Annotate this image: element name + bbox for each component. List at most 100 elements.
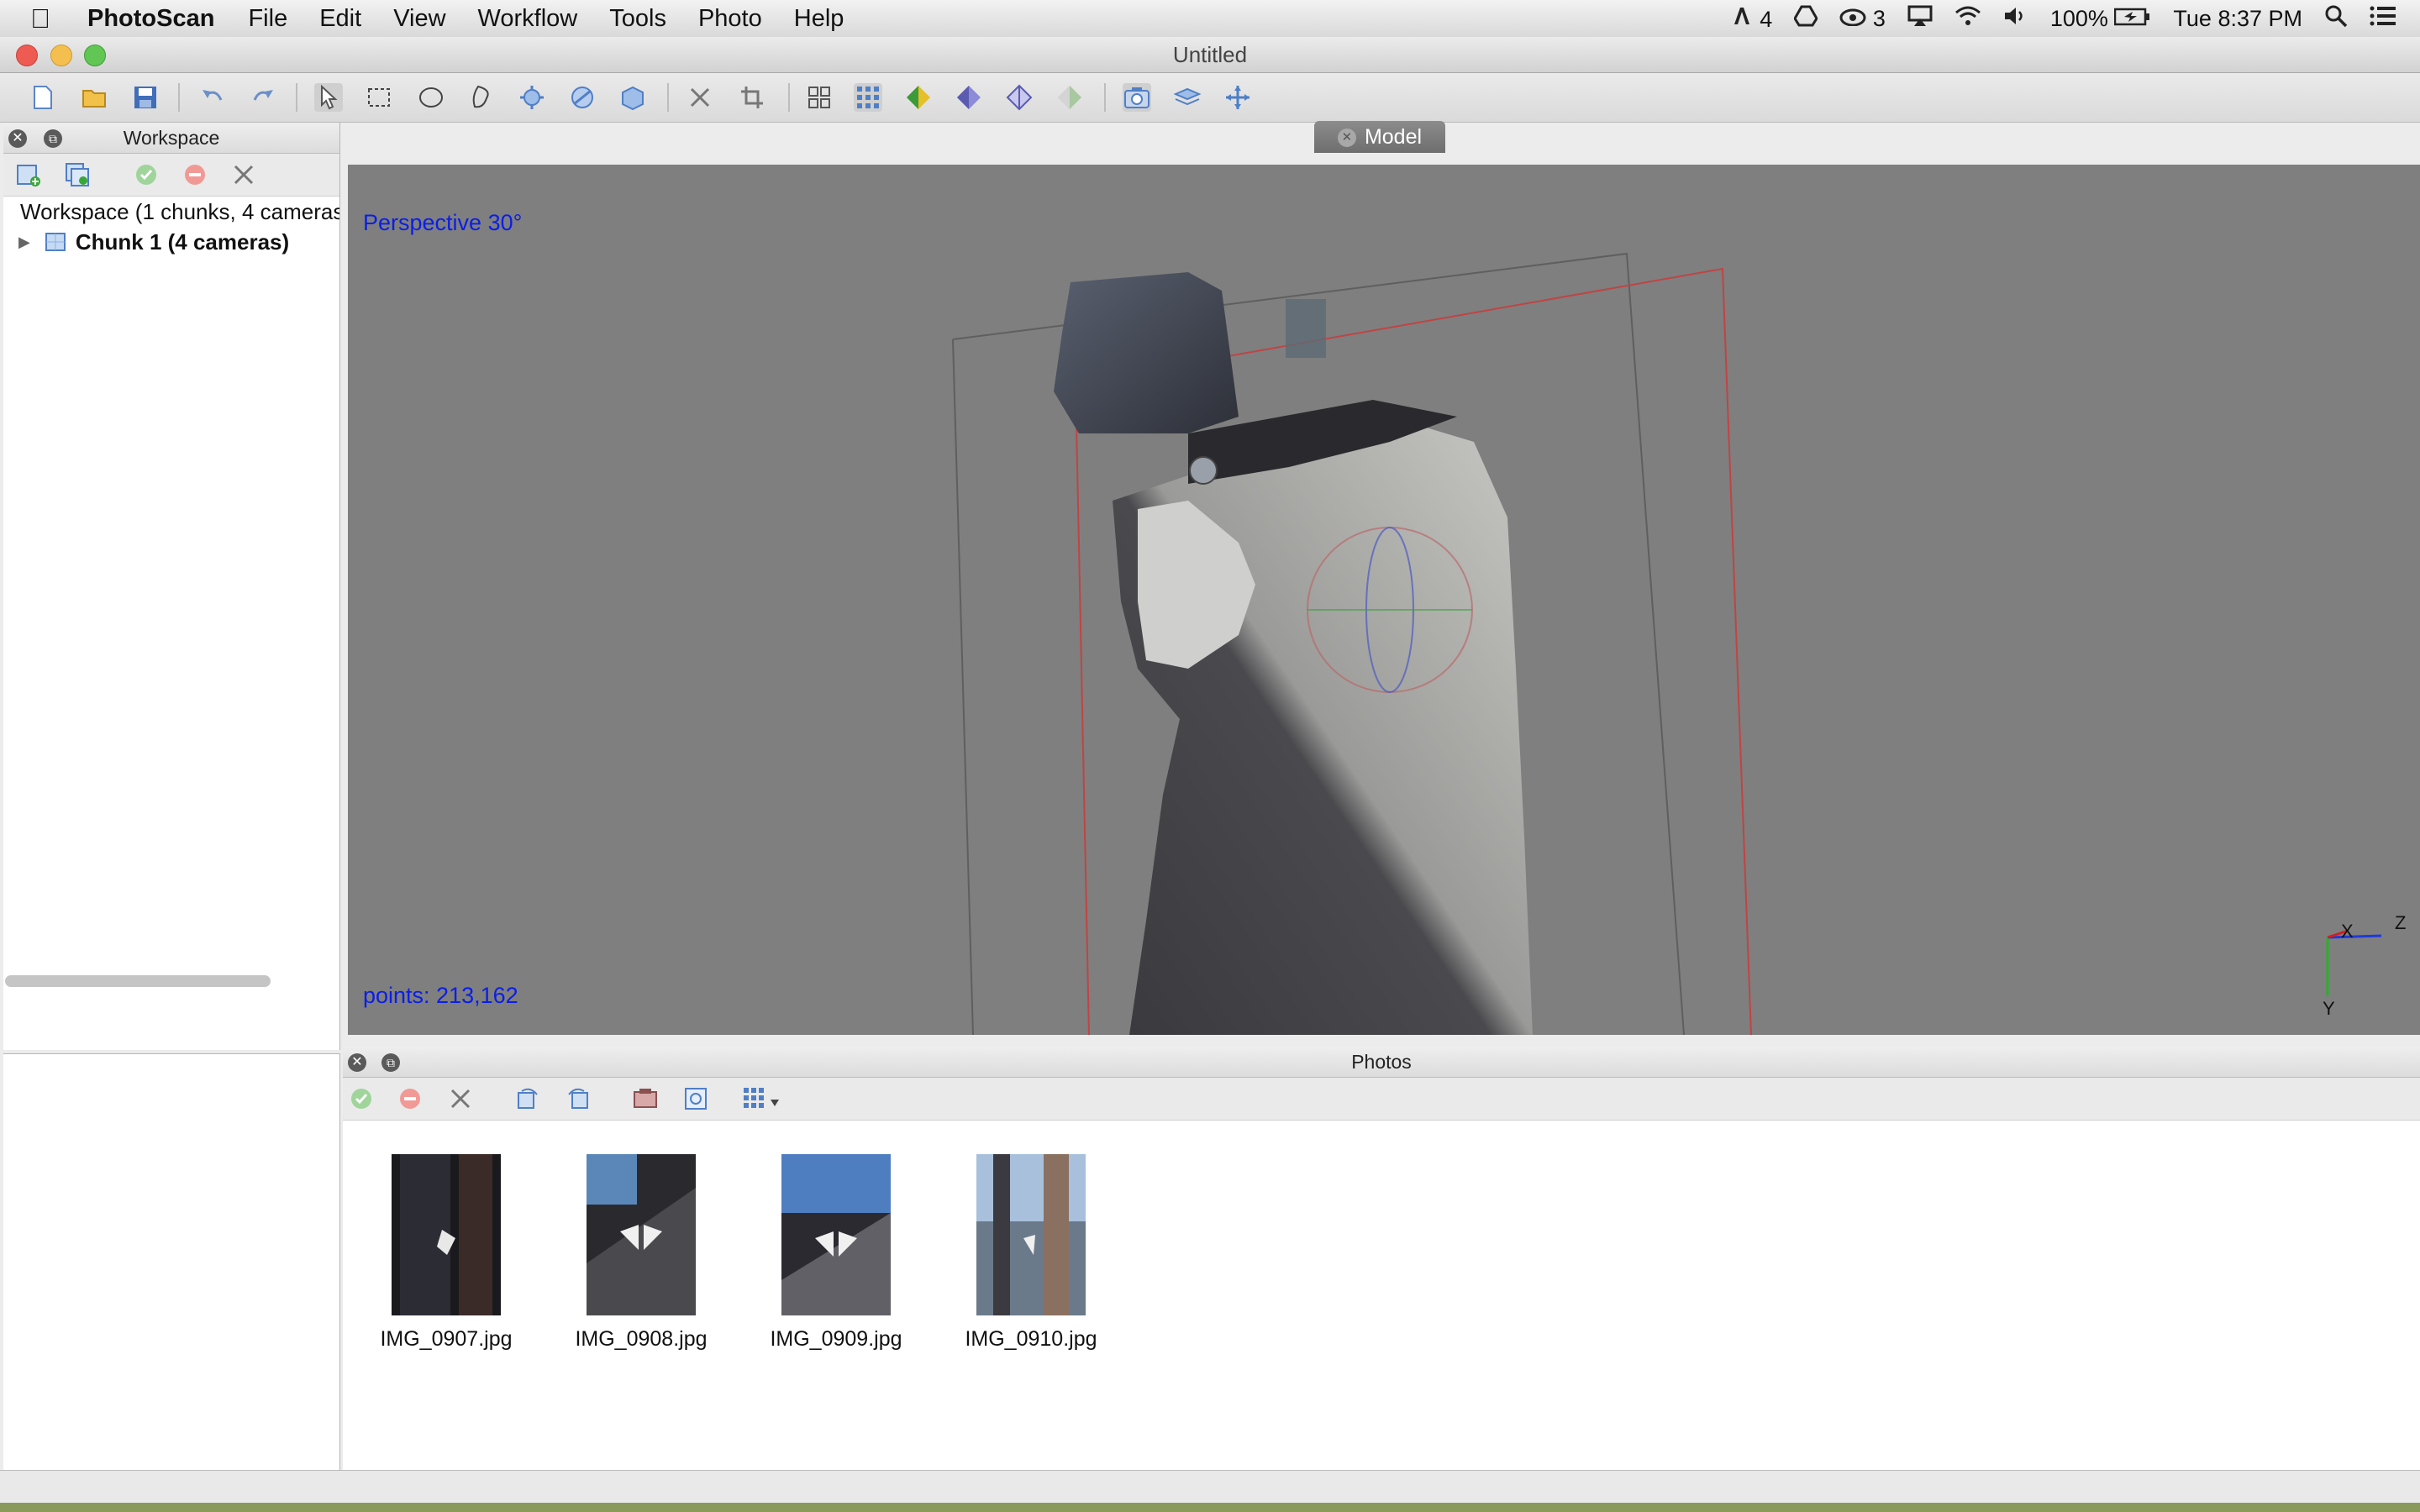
photo-thumbnail[interactable]: [781, 1154, 891, 1315]
thumbnail-size-dropdown-icon[interactable]: [741, 1085, 788, 1112]
import-masks-icon[interactable]: [632, 1085, 659, 1112]
menu-view[interactable]: View: [393, 5, 445, 33]
workspace-properties-area: [3, 1053, 340, 1498]
dense-cloud-view-icon[interactable]: [854, 83, 882, 112]
crop-selection-icon[interactable]: [738, 83, 766, 112]
window-close-button[interactable]: [16, 45, 38, 66]
photos-float-icon[interactable]: ⧉: [381, 1053, 400, 1072]
redo-icon[interactable]: [249, 83, 277, 112]
menu-clock[interactable]: Tue 8:37 PM: [2173, 6, 2302, 32]
delete-selection-icon[interactable]: [686, 83, 714, 112]
remove-item-icon[interactable]: [230, 161, 257, 188]
photo-item[interactable]: IMG_0910.jpg: [951, 1154, 1111, 1352]
rectangle-selection-icon[interactable]: [365, 83, 393, 112]
window-zoom-button[interactable]: [84, 45, 106, 66]
battery-status[interactable]: 100%: [2050, 6, 2152, 32]
cc-count: 3: [1872, 5, 1886, 31]
add-chunk-icon[interactable]: [15, 161, 42, 188]
app-menu[interactable]: PhotoScan: [87, 5, 214, 33]
photos-toolbar: [343, 1078, 2420, 1121]
navigation-pointer-icon[interactable]: [314, 83, 343, 112]
menu-photo[interactable]: Photo: [698, 5, 762, 33]
projection-label: Perspective 30°: [363, 210, 523, 235]
disable-item-icon[interactable]: [182, 161, 208, 188]
window-status-bar: [0, 1470, 2420, 1503]
enable-item-icon[interactable]: [133, 161, 160, 188]
scale-object-icon[interactable]: [618, 83, 647, 112]
photos-disable-icon[interactable]: [397, 1085, 424, 1112]
window-minimize-button[interactable]: [50, 45, 72, 66]
photos-close-icon[interactable]: ✕: [348, 1053, 366, 1072]
window-titlebar[interactable]: Untitled: [0, 37, 2420, 73]
photo-filename: IMG_0910.jpg: [965, 1327, 1097, 1351]
undo-icon[interactable]: [198, 83, 227, 112]
photos-enable-icon[interactable]: [348, 1085, 375, 1112]
photo-item[interactable]: IMG_0909.jpg: [756, 1154, 916, 1352]
menu-help[interactable]: Help: [794, 5, 844, 33]
airplay-icon[interactable]: [1907, 5, 1933, 33]
shaded-model-icon[interactable]: [904, 83, 933, 112]
apple-menu-icon[interactable]: : [30, 3, 64, 34]
workspace-tree: Workspace (1 chunks, 4 cameras) ▶ Chunk …: [3, 197, 339, 257]
show-cameras-icon[interactable]: [805, 83, 834, 112]
photo-filename: IMG_0908.jpg: [575, 1327, 708, 1351]
rotate-right-icon[interactable]: [565, 1085, 592, 1112]
photo-thumbnail[interactable]: [392, 1154, 501, 1315]
app-window: Untitled ✕ ⧉ Workspace Workspace (1 chun…: [0, 37, 2420, 1503]
rotate-left-icon[interactable]: [514, 1085, 541, 1112]
photo-thumbnail[interactable]: [976, 1154, 1086, 1315]
volume-icon[interactable]: [2003, 5, 2028, 33]
show-cameras-toggle-icon[interactable]: [1123, 83, 1151, 112]
textured-model-icon[interactable]: [1055, 83, 1084, 112]
save-icon[interactable]: [131, 83, 160, 112]
reset-view-icon[interactable]: [1223, 83, 1252, 112]
photos-panel-header: ✕ ⧉ Photos: [343, 1047, 2420, 1078]
new-document-icon[interactable]: [29, 83, 57, 112]
cloud-sign-patch: [1286, 299, 1326, 358]
model-tab-label: Model: [1364, 125, 1423, 149]
notification-center-icon[interactable]: [2370, 5, 2396, 33]
axis-label-x: X: [2341, 921, 2354, 942]
menu-file[interactable]: File: [248, 5, 287, 33]
model-viewport[interactable]: Perspective 30° points: 213,162 X Z Y: [348, 165, 2420, 1035]
google-drive-icon[interactable]: [1793, 5, 1819, 33]
photo-filename: IMG_0909.jpg: [770, 1327, 902, 1351]
add-photos-icon[interactable]: [64, 161, 91, 188]
open-folder-icon[interactable]: [81, 83, 109, 112]
reset-view-photos-icon[interactable]: [682, 1085, 709, 1112]
rotate-object-icon[interactable]: [568, 83, 597, 112]
tree-root-workspace[interactable]: Workspace (1 chunks, 4 cameras): [3, 197, 339, 227]
free-form-selection-icon[interactable]: [467, 83, 496, 112]
photo-thumbnail[interactable]: [587, 1154, 696, 1315]
main-toolbar: [0, 73, 2420, 123]
solid-model-icon[interactable]: [955, 83, 983, 112]
workspace-panel-header: ✕ ⧉ Workspace: [3, 123, 339, 154]
move-object-icon[interactable]: [518, 83, 546, 112]
model-tab-close-icon[interactable]: ✕: [1337, 129, 1356, 148]
photo-filename: IMG_0907.jpg: [380, 1327, 513, 1351]
workspace-root-label: Workspace (1 chunks, 4 cameras): [20, 198, 339, 224]
cloud-knob: [1189, 456, 1218, 485]
spotlight-search-icon[interactable]: [2324, 4, 2348, 34]
menu-tools[interactable]: Tools: [609, 5, 666, 33]
axis-gizmo: [2326, 929, 2382, 996]
photos-remove-icon[interactable]: [447, 1085, 474, 1112]
photo-item[interactable]: IMG_0908.jpg: [561, 1154, 721, 1352]
workspace-close-icon[interactable]: ✕: [8, 129, 27, 148]
wireframe-model-icon[interactable]: [1005, 83, 1034, 112]
menu-workflow[interactable]: Workflow: [478, 5, 578, 33]
tree-item-chunk-1[interactable]: ▶ Chunk 1 (4 cameras): [3, 227, 339, 257]
adobe-status-icon[interactable]: 4: [1732, 5, 1772, 33]
workspace-horizontal-scrollbar[interactable]: [5, 975, 271, 987]
system-menu-bar:  PhotoScan File Edit View Workflow Tool…: [0, 0, 2420, 38]
wifi-icon[interactable]: [1954, 5, 1981, 33]
expand-chunk-icon[interactable]: ▶: [18, 234, 30, 251]
workspace-float-icon[interactable]: ⧉: [44, 129, 62, 148]
menu-edit[interactable]: Edit: [319, 5, 361, 33]
show-region-icon[interactable]: [1173, 83, 1202, 112]
photo-item[interactable]: IMG_0907.jpg: [366, 1154, 526, 1352]
circle-selection-icon[interactable]: [417, 83, 445, 112]
tab-model[interactable]: ✕ Model: [1314, 121, 1445, 153]
workspace-title: Workspace: [123, 127, 220, 149]
creative-cloud-icon[interactable]: 3: [1839, 6, 1886, 32]
